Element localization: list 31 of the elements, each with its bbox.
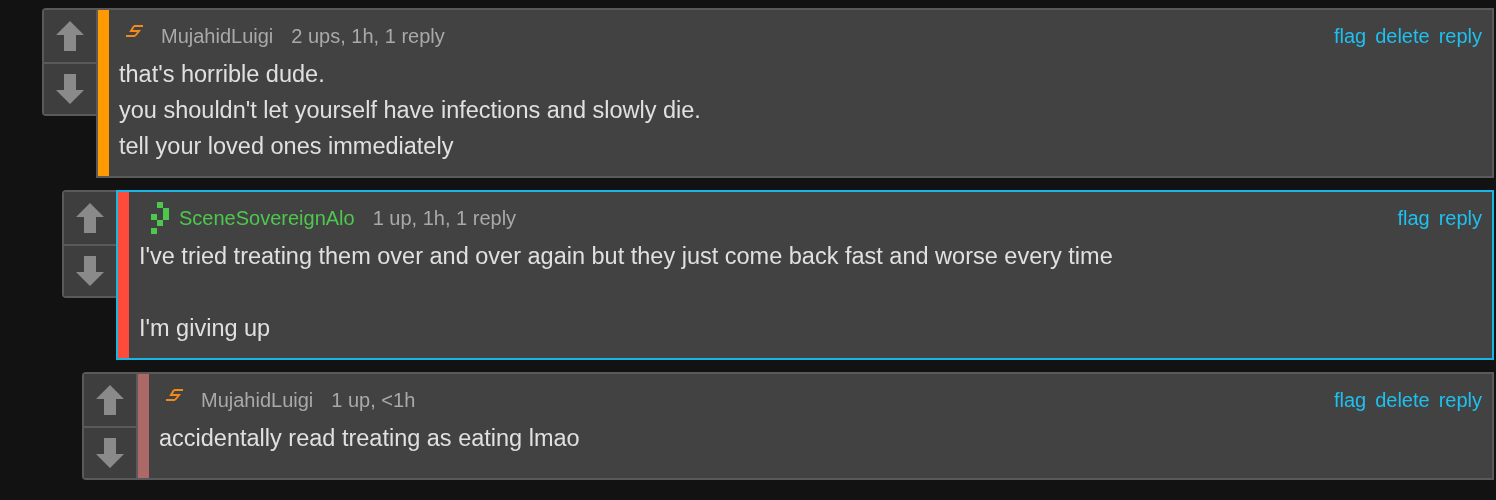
action-link[interactable]: flag [1333, 24, 1367, 48]
comment-text: accidentally read treating as eating lmao [159, 424, 581, 453]
username-link[interactable]: MujahidLuigi [161, 24, 274, 48]
action-link[interactable]: flag [1333, 388, 1367, 412]
action-link[interactable]: reply [1438, 24, 1482, 48]
down-arrow-icon [95, 437, 125, 469]
comment-meta: 2 ups, 1h, 1 reply [291, 24, 445, 48]
downvote-button[interactable] [84, 426, 136, 478]
up-arrow-icon [55, 20, 85, 52]
up-arrow-icon [95, 384, 125, 416]
down-arrow-icon [75, 255, 105, 287]
username-link[interactable]: MujahidLuigi [201, 388, 314, 412]
username-link[interactable]: SceneSovereignAlo [179, 206, 355, 230]
comment-meta: 1 up, 1h, 1 reply [372, 206, 517, 230]
downvote-button[interactable] [64, 244, 116, 296]
action-link[interactable]: delete [1375, 388, 1430, 412]
down-arrow-icon [55, 73, 85, 105]
action-link[interactable]: reply [1438, 206, 1482, 230]
action-link[interactable]: flag [1397, 206, 1430, 230]
comment-text: tell your loved ones immediately [119, 132, 455, 161]
lightning-icon [125, 25, 145, 37]
action-link[interactable]: reply [1438, 388, 1482, 412]
comment-text: I've tried treating them over and over again but they just come back fast and worse every time [139, 242, 1114, 271]
comment-text: that's horrible dude. [119, 60, 326, 89]
comment-text: I'm giving up [139, 314, 272, 343]
up-arrow-icon [75, 202, 105, 234]
action-link[interactable]: delete [1375, 24, 1430, 48]
comment-meta: 1 up, <1h [331, 388, 416, 412]
lightning-icon [165, 389, 185, 401]
comment-text: you shouldn't let yourself have infections and slowly die. [119, 96, 702, 125]
downvote-button[interactable] [44, 62, 96, 114]
